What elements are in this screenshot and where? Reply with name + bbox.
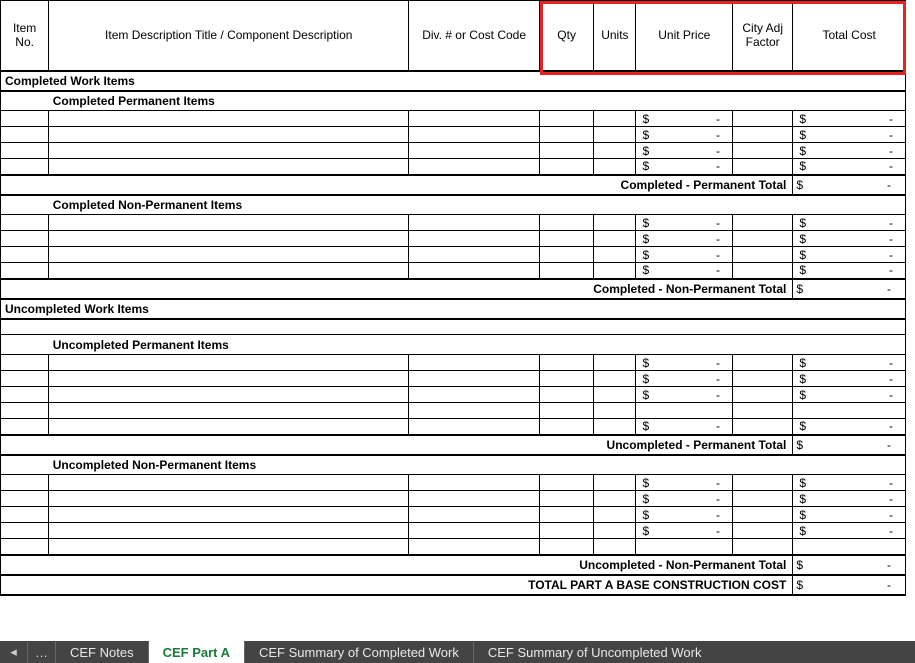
tab-cef-summary-completed[interactable]: CEF Summary of Completed Work [245,641,474,663]
header-description: Item Description Title / Component Descr… [49,1,409,71]
table-row[interactable]: $- $- [1,215,906,231]
subtotal-completed-permanent: Completed - Permanent Total $- [1,175,906,195]
section-uncompleted-title: Uncompleted Work Items [1,299,906,319]
subtotal-value: $- [793,279,906,299]
table-row[interactable]: $- $- [1,231,906,247]
header-units: Units [594,1,636,71]
table-row[interactable]: $- $- [1,371,906,387]
subtotal-uncompleted-nonpermanent: Uncompleted - Non-Permanent Total $- [1,555,906,575]
total-cost-cell[interactable]: $- [793,111,906,127]
table-row[interactable]: $- $- [1,419,906,435]
tab-nav-prev-icon[interactable]: ◂ [0,641,28,663]
subsection-completed-nonpermanent-title: Completed Non-Permanent Items [49,195,906,215]
subtotal-label: Completed - Non-Permanent Total [1,279,793,299]
table-row[interactable] [1,403,906,419]
subsection-uncompleted-nonpermanent-title: Uncompleted Non-Permanent Items [49,455,906,475]
subsection-completed-permanent: Completed Permanent Items [1,91,906,111]
grand-total-value: $- [793,575,906,595]
subsection-completed-permanent-title: Completed Permanent Items [49,91,906,111]
tab-cef-part-a[interactable]: CEF Part A [149,641,245,663]
subtotal-uncompleted-permanent: Uncompleted - Permanent Total $- [1,435,906,455]
section-completed: Completed Work Items [1,71,906,91]
table-row[interactable]: $- $- [1,263,906,279]
subtotal-label: Completed - Permanent Total [1,175,793,195]
tab-overflow-icon[interactable]: … [28,641,56,663]
table-row[interactable]: $- $- [1,247,906,263]
subsection-completed-nonpermanent: Completed Non-Permanent Items [1,195,906,215]
subtotal-label: Uncompleted - Permanent Total [1,435,793,455]
blank-row [1,319,906,335]
header-qty: Qty [539,1,593,71]
subtotal-completed-nonpermanent: Completed - Non-Permanent Total $- [1,279,906,299]
table-row[interactable]: $- $- [1,143,906,159]
subsection-uncompleted-permanent-title: Uncompleted Permanent Items [49,335,906,355]
table-row[interactable]: $- $- [1,491,906,507]
table-row[interactable]: $- $- [1,387,906,403]
section-uncompleted: Uncompleted Work Items [1,299,906,319]
header-item-no: Item No. [1,1,49,71]
subsection-uncompleted-nonpermanent: Uncompleted Non-Permanent Items [1,455,906,475]
table-row[interactable]: $- $- [1,507,906,523]
subtotal-value: $- [793,555,906,575]
header-div: Div. # or Cost Code [409,1,540,71]
unit-price-cell[interactable]: $- [636,111,733,127]
grand-total-row: TOTAL PART A BASE CONSTRUCTION COST $- [1,575,906,595]
subsection-uncompleted-permanent: Uncompleted Permanent Items [1,335,906,355]
header-city-adj: City Adj Factor [733,1,793,71]
table-row[interactable]: $- $- [1,475,906,491]
table-row[interactable] [1,539,906,555]
subtotal-value: $- [793,435,906,455]
table-row[interactable]: $- $- [1,159,906,175]
subtotal-value: $- [793,175,906,195]
grand-total-label: TOTAL PART A BASE CONSTRUCTION COST [1,575,793,595]
cost-estimate-table: Item No. Item Description Title / Compon… [0,0,906,596]
tab-cef-notes[interactable]: CEF Notes [56,641,149,663]
subtotal-label: Uncompleted - Non-Permanent Total [1,555,793,575]
section-completed-title: Completed Work Items [1,71,906,91]
header-unit-price: Unit Price [636,1,733,71]
table-row[interactable]: $- $- [1,355,906,371]
table-row[interactable]: $- $- [1,127,906,143]
table-row[interactable]: $- $- [1,523,906,539]
header-total-cost: Total Cost [793,1,906,71]
table-header-row: Item No. Item Description Title / Compon… [1,1,906,71]
tab-cef-summary-uncompleted[interactable]: CEF Summary of Uncompleted Work [474,641,716,663]
sheet-tab-bar: ◂ … CEF Notes CEF Part A CEF Summary of … [0,641,915,663]
table-row[interactable]: $- $- [1,111,906,127]
